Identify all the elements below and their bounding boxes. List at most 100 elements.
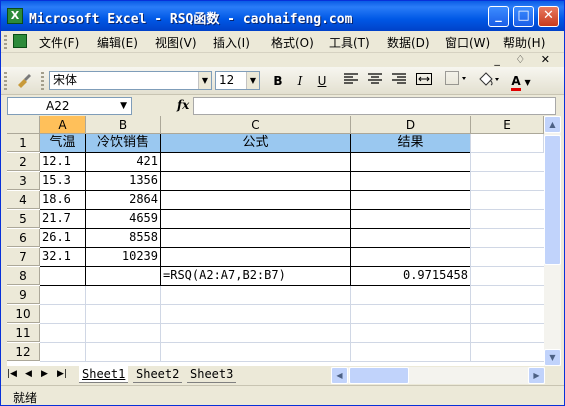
font-color-button[interactable]: A ▼ [507, 71, 535, 91]
cell-d4[interactable] [351, 191, 471, 210]
vertical-scrollbar[interactable]: ▲ ▼ [544, 116, 561, 366]
chevron-down-icon[interactable]: ▼ [524, 78, 530, 87]
font-size-select[interactable]: 12 ▼ [215, 71, 260, 90]
minimize-button[interactable]: _ [488, 6, 509, 27]
row-header[interactable]: 6 [7, 229, 40, 247]
menu-help[interactable]: 帮助(H) [503, 34, 545, 51]
menu-file[interactable]: 文件(F) [39, 34, 79, 51]
menu-window[interactable]: 窗口(W) [445, 34, 490, 51]
empty-cells-area[interactable] [40, 286, 544, 362]
menu-insert[interactable]: 插入(I) [213, 34, 250, 51]
scroll-left-icon[interactable]: ◀ [331, 367, 348, 384]
vertical-scroll-thumb[interactable] [544, 135, 561, 265]
name-box[interactable]: A22 ▼ [7, 97, 132, 115]
row-header[interactable]: 12 [7, 343, 40, 361]
row-header[interactable]: 3 [7, 172, 40, 190]
row-header[interactable]: 4 [7, 191, 40, 209]
select-all-corner[interactable] [7, 116, 40, 134]
cell-b8[interactable] [86, 267, 161, 286]
cell-a4[interactable]: 18.6 [40, 191, 86, 210]
sheet-tab-1[interactable]: Sheet1 [79, 366, 129, 383]
cell-b3[interactable]: 1356 [86, 172, 161, 191]
sheet-tab-3[interactable]: Sheet3 [187, 366, 237, 383]
toolbar-grip[interactable] [4, 72, 7, 90]
row-header[interactable]: 1 [7, 134, 40, 152]
cell-b5[interactable]: 4659 [86, 210, 161, 229]
cell-c5[interactable] [161, 210, 351, 229]
document-icon[interactable] [13, 34, 27, 48]
chevron-down-icon[interactable]: ▼ [198, 72, 211, 89]
cell-d2[interactable] [351, 153, 471, 172]
bold-button[interactable]: B [268, 71, 288, 91]
cell-b2[interactable]: 421 [86, 153, 161, 172]
worksheet-grid[interactable]: A B C D E 1 2 3 4 5 6 7 8 9 10 11 12 气温 … [7, 116, 544, 366]
align-left-icon[interactable] [341, 71, 361, 91]
menu-tools[interactable]: 工具(T) [329, 34, 370, 51]
formula-input[interactable] [193, 97, 556, 115]
prev-sheet-icon[interactable]: ◀ [25, 369, 32, 379]
align-center-icon[interactable] [365, 71, 385, 91]
row-header[interactable]: 8 [7, 267, 40, 285]
row-header[interactable]: 5 [7, 210, 40, 228]
cell-c8[interactable]: =RSQ(A2:A7,B2:B7) [161, 267, 351, 286]
row-header[interactable]: 9 [7, 286, 40, 304]
row-header[interactable]: 11 [7, 324, 40, 342]
sheet-tab-2[interactable]: Sheet2 [133, 366, 183, 383]
cell-b1[interactable]: 冷饮销售 [86, 134, 161, 153]
fill-color-icon[interactable] [475, 71, 503, 91]
scroll-right-icon[interactable]: ▶ [528, 367, 545, 384]
merge-center-icon[interactable] [413, 71, 435, 91]
menu-data[interactable]: 数据(D) [387, 34, 430, 51]
cell-a5[interactable]: 21.7 [40, 210, 86, 229]
cell-c1[interactable]: 公式 [161, 134, 351, 153]
cell-a1[interactable]: 气温 [40, 134, 86, 153]
underline-button[interactable]: U [312, 71, 332, 91]
horizontal-scroll-thumb[interactable] [349, 367, 409, 384]
mdi-window-controls[interactable]: _ ♢ ✕ [494, 53, 556, 66]
column-header-b[interactable]: B [86, 116, 161, 134]
scroll-down-icon[interactable]: ▼ [544, 349, 561, 366]
scroll-up-icon[interactable]: ▲ [544, 116, 561, 133]
align-right-icon[interactable] [389, 71, 409, 91]
horizontal-scrollbar[interactable]: ◀ ▶ [331, 367, 545, 384]
menu-format[interactable]: 格式(O) [271, 34, 314, 51]
cell-d1[interactable]: 结果 [351, 134, 471, 153]
cell-e1[interactable] [471, 134, 544, 153]
cell-d3[interactable] [351, 172, 471, 191]
cell-d6[interactable] [351, 229, 471, 248]
maximize-button[interactable]: □ [513, 6, 534, 27]
cell-a3[interactable]: 15.3 [40, 172, 86, 191]
cell-a8[interactable] [40, 267, 86, 286]
cell-b4[interactable]: 2864 [86, 191, 161, 210]
cell-b6[interactable]: 8558 [86, 229, 161, 248]
cell-a7[interactable]: 32.1 [40, 248, 86, 267]
chevron-down-icon[interactable]: ▼ [120, 98, 127, 114]
cell-a2[interactable]: 12.1 [40, 153, 86, 172]
column-header-a[interactable]: A [40, 116, 86, 134]
menu-view[interactable]: 视图(V) [155, 34, 197, 51]
column-header-d[interactable]: D [351, 116, 471, 134]
cell-c3[interactable] [161, 172, 351, 191]
cell-a6[interactable]: 26.1 [40, 229, 86, 248]
cell-d5[interactable] [351, 210, 471, 229]
row-header[interactable]: 10 [7, 305, 40, 323]
cell-c6[interactable] [161, 229, 351, 248]
next-sheet-icon[interactable]: ▶ [41, 369, 48, 379]
row-header[interactable]: 2 [7, 153, 40, 171]
column-header-e[interactable]: E [471, 116, 544, 134]
menubar-grip[interactable] [4, 35, 7, 49]
italic-button[interactable]: I [290, 71, 310, 91]
chevron-down-icon[interactable]: ▼ [246, 72, 259, 89]
cell-c7[interactable] [161, 248, 351, 267]
cell-c2[interactable] [161, 153, 351, 172]
fx-icon[interactable]: fx [177, 98, 189, 112]
font-name-select[interactable]: 宋体 ▼ [49, 71, 212, 90]
column-e-cells[interactable] [471, 153, 544, 286]
excel-app-icon[interactable]: X [7, 8, 23, 24]
first-sheet-icon[interactable]: |◀ [7, 369, 17, 379]
format-painter-icon[interactable] [13, 71, 35, 91]
column-header-c[interactable]: C [161, 116, 351, 134]
borders-icon[interactable] [443, 71, 469, 91]
cell-c4[interactable] [161, 191, 351, 210]
title-bar[interactable]: X Microsoft Excel - RSQ函数 - caohaifeng.c… [1, 1, 564, 31]
